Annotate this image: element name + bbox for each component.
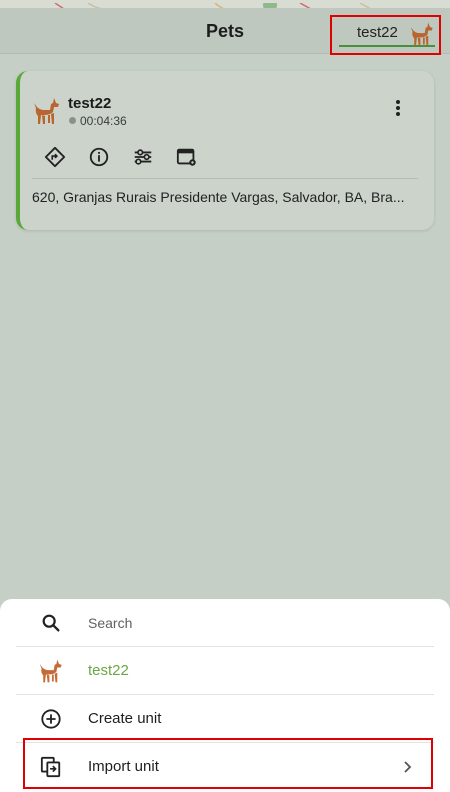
info-icon[interactable] xyxy=(88,146,110,168)
search-placeholder: Search xyxy=(88,615,133,631)
status-dot xyxy=(69,117,76,124)
import-unit-highlight xyxy=(23,738,433,789)
unit-list-item[interactable]: test22 xyxy=(16,647,434,695)
settings-sliders-icon[interactable] xyxy=(132,146,154,168)
create-unit-row[interactable]: Create unit xyxy=(16,695,434,743)
unit-card[interactable]: test22 00:04:36 620, Granjas Rurais Pres… xyxy=(16,71,434,230)
unit-address: 620, Granjas Rurais Presidente Vargas, S… xyxy=(32,189,405,205)
search-icon xyxy=(42,614,60,632)
dog-icon xyxy=(410,22,433,46)
selected-unit-label: test22 xyxy=(357,24,398,41)
panel-header: Pets test22 xyxy=(0,8,450,55)
unit-name: test22 xyxy=(68,95,112,112)
search-row[interactable]: Search xyxy=(16,599,434,647)
elapsed-time: 00:04:36 xyxy=(80,114,127,128)
create-unit-label: Create unit xyxy=(88,710,162,727)
route-icon[interactable] xyxy=(44,146,66,168)
card-divider xyxy=(32,178,418,179)
dog-icon xyxy=(34,98,59,124)
unit-item-label: test22 xyxy=(88,662,129,679)
add-circle-icon xyxy=(41,709,61,729)
calendar-gear-icon[interactable] xyxy=(176,146,198,168)
more-vert-icon[interactable] xyxy=(388,98,408,118)
dog-icon xyxy=(39,659,62,683)
selected-unit-chip[interactable]: test22 xyxy=(330,15,441,55)
